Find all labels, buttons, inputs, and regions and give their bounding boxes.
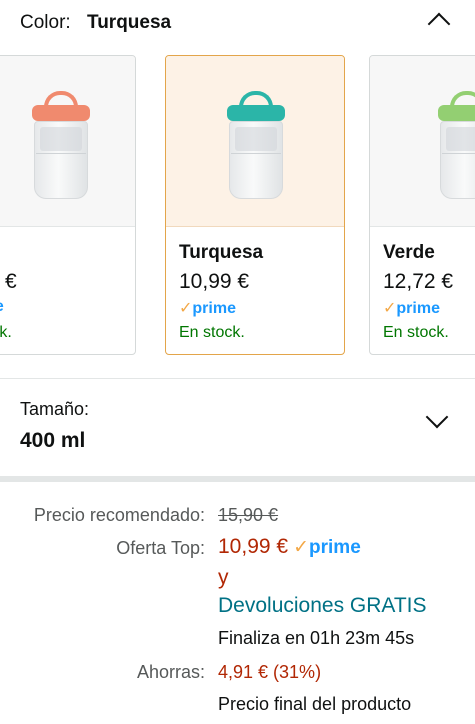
size-label: Tamaño: (20, 399, 90, 419)
selected-size-value: 400 ml (20, 429, 86, 452)
selected-color-value: Turquesa (87, 12, 172, 33)
product-thumbnail (370, 56, 475, 227)
jar-image (432, 91, 475, 201)
jar-image (26, 91, 96, 201)
prime-badge: rime (0, 298, 4, 316)
product-thumbnail (166, 56, 344, 227)
stock-status: stock. (0, 324, 12, 341)
section-divider-thick (0, 476, 475, 482)
color-swatch-carousel[interactable]: ral ,99 € rime stock. Turquesa 10,99 € ✓… (0, 55, 475, 359)
stock-status: En stock. (179, 324, 245, 341)
product-thumbnail (0, 56, 135, 227)
deal-countdown: Finaliza en 01h 23m 45s (218, 628, 415, 648)
recommended-price-label: Precio recomendado: (33, 505, 205, 525)
jar-image (221, 91, 291, 201)
stock-status: En stock. (383, 324, 449, 341)
color-option-turquesa[interactable]: Turquesa 10,99 € ✓prime En stock. (165, 55, 345, 355)
prime-logo: ✓prime (293, 537, 361, 558)
color-option-price: 10,99 € (179, 270, 250, 293)
free-returns-link[interactable]: Devoluciones GRATIS (218, 594, 427, 618)
section-divider (0, 378, 475, 379)
color-label: Color: (20, 12, 71, 33)
color-section-header[interactable]: Color: Turquesa (0, 0, 475, 46)
color-option-price: 12,72 € (383, 270, 454, 293)
color-option-coral[interactable]: ral ,99 € rime stock. (0, 55, 136, 355)
color-option-verde[interactable]: Verde 12,72 € ✓prime En stock. (369, 55, 475, 355)
prime-badge: ✓prime (179, 300, 236, 317)
offer-price-value: 10,99 € (218, 535, 289, 558)
chevron-up-icon[interactable] (427, 12, 451, 36)
savings-label: Ahorras: (136, 662, 205, 682)
offer-price-row: 10,99 € ✓prime (218, 535, 361, 559)
color-option-name: Turquesa (179, 242, 264, 263)
color-option-price: ,99 € (0, 270, 17, 293)
prime-badge: ✓prime (383, 300, 440, 317)
final-price-note: Precio final del producto (218, 694, 412, 714)
recommended-price-value: 15,90 € (218, 505, 279, 525)
offer-label: Oferta Top: (116, 538, 205, 558)
chevron-down-icon[interactable] (425, 405, 449, 429)
and-text: y (218, 566, 229, 589)
savings-value: 4,91 € (31%) (218, 662, 322, 682)
color-option-name: Verde (383, 242, 435, 263)
